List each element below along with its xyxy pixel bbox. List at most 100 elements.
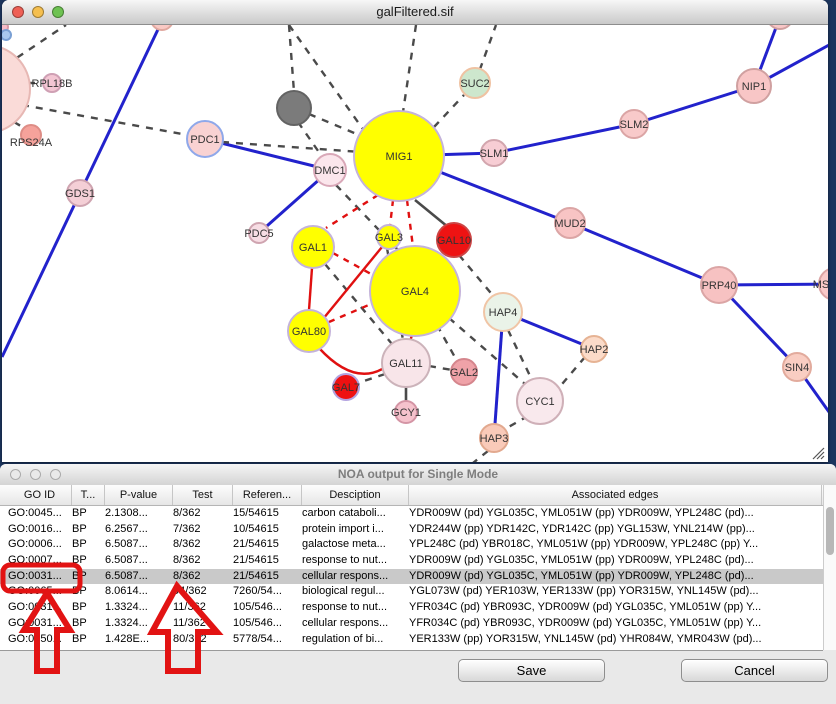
- network-edge[interactable]: [634, 86, 754, 124]
- table-row[interactable]: GO:0016...BP6.2567...7/36210/54615protei…: [0, 522, 823, 538]
- network-edge[interactable]: [2, 193, 80, 357]
- table-cell[interactable]: 5778/54...: [233, 632, 302, 648]
- table-cell[interactable]: BP: [72, 553, 105, 569]
- table-cell[interactable]: carbon cataboli...: [302, 506, 409, 522]
- table-cell[interactable]: YGL073W (pd) YER103W, YER133W (pp) YOR31…: [409, 584, 822, 600]
- network-node[interactable]: [2, 30, 11, 40]
- table-cell[interactable]: 8/362: [173, 553, 233, 569]
- table-cell[interactable]: GO:0031...: [8, 616, 72, 632]
- network-edge[interactable]: [434, 95, 464, 127]
- table-cell[interactable]: YER133W (pp) YOR315W, YNL145W (pd) YHR08…: [409, 632, 822, 648]
- network-edge[interactable]: [429, 366, 452, 370]
- table-cell[interactable]: 11/362: [173, 616, 233, 632]
- zoom-button[interactable]: [52, 6, 64, 18]
- table-cell[interactable]: GO:0007...: [8, 553, 72, 569]
- table-cell[interactable]: 6.5087...: [105, 537, 173, 553]
- network-edge[interactable]: [557, 357, 585, 390]
- table-cell[interactable]: YDR009W (pd) YGL035C, YML051W (pp) YDR00…: [409, 553, 822, 569]
- table-cell[interactable]: 21/54615: [233, 569, 302, 585]
- table-cell[interactable]: protein import i...: [302, 522, 409, 538]
- network-node[interactable]: [151, 25, 173, 30]
- table-row[interactable]: GO:0065...BP8.0614...94/3627260/54...bio…: [0, 584, 823, 600]
- table-cell[interactable]: BP: [72, 522, 105, 538]
- network-edge[interactable]: [309, 268, 312, 310]
- table-cell[interactable]: 6.5087...: [105, 553, 173, 569]
- table-cell[interactable]: regulation of bi...: [302, 632, 409, 648]
- cancel-button[interactable]: Cancel: [681, 659, 828, 682]
- table-row[interactable]: GO:0007...BP6.5087...8/36221/54615respon…: [0, 553, 823, 569]
- table-cell[interactable]: 8/362: [173, 537, 233, 553]
- table-row[interactable]: GO:0031...BP1.3324...11/362105/546...res…: [0, 600, 823, 616]
- table-cell[interactable]: 105/546...: [233, 616, 302, 632]
- table-cell[interactable]: 94/362: [173, 584, 233, 600]
- column-header-p-value[interactable]: P-value: [105, 485, 173, 505]
- table-cell[interactable]: response to nut...: [302, 553, 409, 569]
- network-edge[interactable]: [289, 25, 294, 92]
- vertical-scrollbar[interactable]: [823, 485, 836, 650]
- table-cell[interactable]: BP: [72, 600, 105, 616]
- table-row[interactable]: GO:0031...BP6.5087...8/36221/54615cellul…: [0, 569, 823, 585]
- table-cell[interactable]: GO:0031...: [8, 600, 72, 616]
- table-cell[interactable]: BP: [72, 506, 105, 522]
- network-edge[interactable]: [459, 255, 495, 298]
- table-cell[interactable]: YFR034C (pd) YBR093C, YDR009W (pd) YGL03…: [409, 616, 822, 632]
- column-header-go-id[interactable]: GO ID: [8, 485, 72, 505]
- table-cell[interactable]: 1.3324...: [105, 600, 173, 616]
- network-edge[interactable]: [326, 195, 378, 228]
- network-node[interactable]: [277, 91, 311, 125]
- network-node[interactable]: [2, 45, 30, 133]
- network-edge[interactable]: [358, 374, 385, 383]
- network-edge[interactable]: [407, 200, 413, 247]
- network-edge[interactable]: [390, 200, 393, 226]
- minimize-button-inactive[interactable]: [30, 469, 41, 480]
- minimize-button[interactable]: [32, 6, 44, 18]
- table-cell[interactable]: BP: [72, 537, 105, 553]
- table-cell[interactable]: 21/54615: [233, 537, 302, 553]
- table-cell[interactable]: 1.3324...: [105, 616, 173, 632]
- close-button[interactable]: [12, 6, 24, 18]
- noa-window-titlebar[interactable]: NOA output for Single Mode: [0, 464, 836, 486]
- network-edge[interactable]: [508, 330, 532, 380]
- table-cell[interactable]: 11/362: [173, 600, 233, 616]
- table-cell[interactable]: 6.2567...: [105, 522, 173, 538]
- table-cell[interactable]: 6.5087...: [105, 569, 173, 585]
- network-edge[interactable]: [319, 348, 384, 374]
- table-cell[interactable]: 8.0614...: [105, 584, 173, 600]
- network-edge[interactable]: [415, 200, 448, 227]
- table-cell[interactable]: 105/546...: [233, 600, 302, 616]
- table-cell[interactable]: cellular respons...: [302, 616, 409, 632]
- table-cell[interactable]: BP: [72, 569, 105, 585]
- table-cell[interactable]: galactose meta...: [302, 537, 409, 553]
- table-cell[interactable]: BP: [72, 616, 105, 632]
- network-edge[interactable]: [80, 25, 162, 193]
- network-window-titlebar[interactable]: galFiltered.sif: [2, 0, 828, 25]
- table-cell[interactable]: 2.1308...: [105, 506, 173, 522]
- table-cell[interactable]: YDR009W (pd) YGL035C, YML051W (pp) YDR00…: [409, 506, 822, 522]
- network-edge[interactable]: [437, 325, 457, 361]
- network-canvas[interactable]: RPL18BRPS24APDC1GDS1DMC1MIG1SUC2SLM1SLM2…: [2, 25, 828, 462]
- network-edge[interactable]: [329, 304, 371, 322]
- table-row[interactable]: GO:0031...BP1.3324...11/362105/546...cel…: [0, 616, 823, 632]
- close-button-inactive[interactable]: [10, 469, 21, 480]
- table-cell[interactable]: YFR034C (pd) YBR093C, YDR009W (pd) YGL03…: [409, 600, 822, 616]
- table-cell[interactable]: 8/362: [173, 569, 233, 585]
- table-cell[interactable]: cellular respons...: [302, 569, 409, 585]
- table-cell[interactable]: GO:0045...: [8, 506, 72, 522]
- table-cell[interactable]: 7/362: [173, 522, 233, 538]
- table-cell[interactable]: 80/362: [173, 632, 233, 648]
- table-cell[interactable]: GO:0050...: [8, 632, 72, 648]
- network-edge[interactable]: [309, 114, 359, 135]
- zoom-button-inactive[interactable]: [50, 469, 61, 480]
- table-header-row[interactable]: GO IDT...P-valueTestReferen...Desciption…: [0, 485, 823, 506]
- table-cell[interactable]: BP: [72, 632, 105, 648]
- network-edge[interactable]: [22, 105, 188, 135]
- resize-grip-icon[interactable]: [809, 445, 827, 461]
- column-header-associated-edges[interactable]: Associated edges: [409, 485, 822, 505]
- table-cell[interactable]: 7260/54...: [233, 584, 302, 600]
- table-cell[interactable]: 1.428E...: [105, 632, 173, 648]
- network-node[interactable]: [767, 25, 793, 29]
- table-cell[interactable]: 8/362: [173, 506, 233, 522]
- column-header-referen[interactable]: Referen...: [233, 485, 302, 505]
- table-cell[interactable]: response to nut...: [302, 600, 409, 616]
- network-edge[interactable]: [473, 451, 488, 462]
